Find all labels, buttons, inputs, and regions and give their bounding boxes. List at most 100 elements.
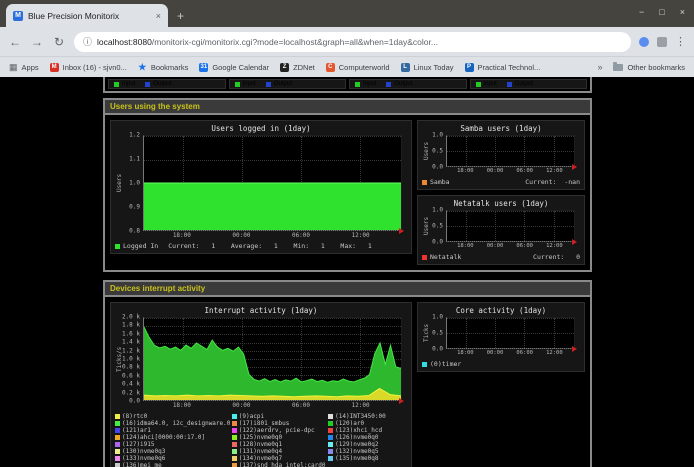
bookmark-linux-today[interactable]: LLinux Today bbox=[401, 63, 454, 72]
legend-item: (135)nvme0q8 bbox=[328, 455, 407, 462]
bookmark-label: Linux Today bbox=[414, 63, 454, 72]
legend-label: (126)nvme0q0 bbox=[335, 434, 378, 441]
legend-label: (9)acpi bbox=[239, 413, 264, 420]
tick-label: 18:00 bbox=[457, 168, 474, 174]
legend-label: (136)mei_me bbox=[122, 462, 162, 467]
tick-label: 06:00 bbox=[516, 350, 533, 356]
legend-color-swatch bbox=[386, 82, 391, 87]
legend-label: (16)idma64.0, i2c_designware.0 bbox=[122, 420, 230, 427]
legend-color-swatch bbox=[115, 456, 120, 461]
legend-color-swatch bbox=[235, 82, 240, 87]
legend: InputOutput bbox=[114, 81, 171, 87]
folder-icon bbox=[613, 64, 623, 71]
tick-label: 1.6 k bbox=[122, 330, 140, 337]
legend-label: Input bbox=[122, 81, 135, 87]
bookmark-bookmarks-star[interactable]: ★Bookmarks bbox=[138, 63, 189, 72]
tick-label: 0.9 bbox=[129, 204, 140, 211]
tick-label: 0.5 bbox=[432, 148, 443, 155]
legend-color-swatch bbox=[232, 414, 237, 419]
legend: Netatalk bbox=[422, 253, 461, 261]
apps-shortcut[interactable]: ▦ Apps bbox=[9, 62, 39, 73]
reload-button[interactable]: ↻ bbox=[52, 36, 66, 48]
legend-item: (122)aerdrv, pcie-dpc bbox=[232, 427, 328, 434]
bookmark-label: Practical Technol... bbox=[478, 63, 541, 72]
bookmark-computerworld[interactable]: CComputerworld bbox=[326, 63, 390, 72]
tick-label: 18:00 bbox=[173, 232, 191, 239]
chart-area-svg bbox=[144, 318, 401, 400]
cutoff-graph-panel: InputOutput bbox=[470, 79, 588, 89]
tick-label: 06:00 bbox=[516, 243, 533, 249]
bookmark-zdnet[interactable]: ZZDNet bbox=[280, 63, 315, 72]
graph-title: Users logged in (1day) bbox=[115, 124, 407, 133]
zdnet-favicon-icon: Z bbox=[280, 63, 289, 72]
legend-item: (120)ar0 bbox=[328, 420, 407, 427]
legend-color-swatch bbox=[507, 82, 512, 87]
plot-area bbox=[446, 210, 575, 242]
legend-label: (133)nvme0q6 bbox=[122, 455, 165, 462]
tick-label: 1.0 bbox=[432, 314, 443, 321]
tab-close-icon[interactable]: × bbox=[156, 11, 161, 21]
legend-item: (137)snd_hda_intel:card0 bbox=[232, 462, 328, 467]
legend-item: (125)nvme0q0 bbox=[232, 434, 328, 441]
legend-item: (126)nvme0q0 bbox=[328, 434, 407, 441]
window-controls: − □ × bbox=[639, 8, 685, 17]
apps-grid-icon: ▦ bbox=[9, 62, 18, 73]
other-bookmarks[interactable]: Other bookmarks bbox=[613, 63, 685, 72]
tick-label: 1.0 k bbox=[122, 356, 140, 363]
legend-color-swatch bbox=[328, 456, 333, 461]
legend-label: (128)nvme0q1 bbox=[239, 441, 282, 448]
graph-title: Interrupt activity (1day) bbox=[115, 306, 407, 315]
chrome-menu-icon[interactable]: ⋮ bbox=[675, 35, 686, 48]
y-axis-ticks: 2.0 k1.8 k1.6 k1.4 k1.2 k1.0 k0.8 k0.6 k… bbox=[124, 317, 143, 401]
tick-label: 06:00 bbox=[516, 168, 533, 174]
minimize-button[interactable]: − bbox=[639, 8, 644, 17]
extension-icon[interactable] bbox=[657, 37, 667, 47]
tick-label: 12:00 bbox=[352, 402, 370, 409]
legend: (8)rtc0(9)acpi(14)INT3450:00(16)idma64.0… bbox=[115, 413, 407, 467]
graph-core-activity: Core activity (1day) Ticks 1.00.50.0 18:… bbox=[417, 302, 585, 372]
x-axis-ticks: 18:0000:0006:0012:00 bbox=[446, 243, 575, 251]
tick-label: 0.5 bbox=[432, 223, 443, 230]
new-tab-button[interactable]: + bbox=[177, 10, 184, 22]
google-calendar-favicon-icon: 31 bbox=[199, 63, 208, 72]
tick-label: 0.8 k bbox=[122, 364, 140, 371]
extension-icon[interactable] bbox=[639, 37, 649, 47]
bookmark-gmail[interactable]: MInbox (16) - sjvn0... bbox=[50, 63, 127, 72]
legend-stats: Current: 1 Average: 1 Min: 1 Max: 1 bbox=[168, 242, 372, 250]
legend-color-swatch bbox=[145, 82, 150, 87]
legend-item: (129)nvme0q2 bbox=[328, 441, 407, 448]
bookmarks-overflow-icon[interactable]: » bbox=[597, 62, 602, 72]
legend-item: (124)ahci[0000:00:17.0] bbox=[115, 434, 232, 441]
address-bar[interactable]: ⓘ localhost:8080/monitorix-cgi/monitorix… bbox=[74, 32, 631, 52]
practical-tech-favicon-icon: P bbox=[465, 63, 474, 72]
tick-label: 0.8 bbox=[129, 228, 140, 235]
legend-color-swatch bbox=[422, 180, 427, 185]
legend-color-swatch bbox=[115, 463, 120, 467]
bookmark-practical-tech[interactable]: P Practical Technol... bbox=[465, 63, 541, 72]
plot-area bbox=[143, 135, 402, 231]
maximize-button[interactable]: □ bbox=[659, 8, 664, 17]
tick-label: 1.1 bbox=[129, 156, 140, 163]
legend-color-swatch bbox=[422, 255, 427, 260]
tick-label: 06:00 bbox=[292, 232, 310, 239]
bookmark-list: MInbox (16) - sjvn0... ★Bookmarks 31Google… bbox=[50, 63, 541, 72]
close-button[interactable]: × bbox=[680, 8, 685, 17]
back-button[interactable]: ← bbox=[8, 36, 22, 48]
cutoff-graph-panel: InputOutput bbox=[229, 79, 347, 89]
cutoff-graph-panel: InputOutput bbox=[108, 79, 226, 89]
tab-strip: M Blue Precision Monitorix × + − □ × bbox=[0, 0, 694, 27]
legend-label: (125)nvme0q0 bbox=[239, 434, 282, 441]
tick-label: 12:00 bbox=[352, 232, 370, 239]
tick-label: 1.4 k bbox=[122, 339, 140, 346]
legend: Samba bbox=[422, 178, 450, 186]
legend-color-swatch bbox=[232, 463, 237, 467]
legend-color-swatch bbox=[266, 82, 271, 87]
page-info-icon[interactable]: ⓘ bbox=[83, 35, 92, 48]
grid-line bbox=[447, 241, 574, 242]
browser-tab[interactable]: M Blue Precision Monitorix × bbox=[6, 4, 168, 27]
legend-color-swatch bbox=[328, 428, 333, 433]
bookmark-google-calendar[interactable]: 31Google Calendar bbox=[199, 63, 269, 72]
forward-button[interactable]: → bbox=[30, 36, 44, 48]
legend-label: (120)ar0 bbox=[335, 420, 364, 427]
legend-label: (8)rtc0 bbox=[122, 413, 147, 420]
